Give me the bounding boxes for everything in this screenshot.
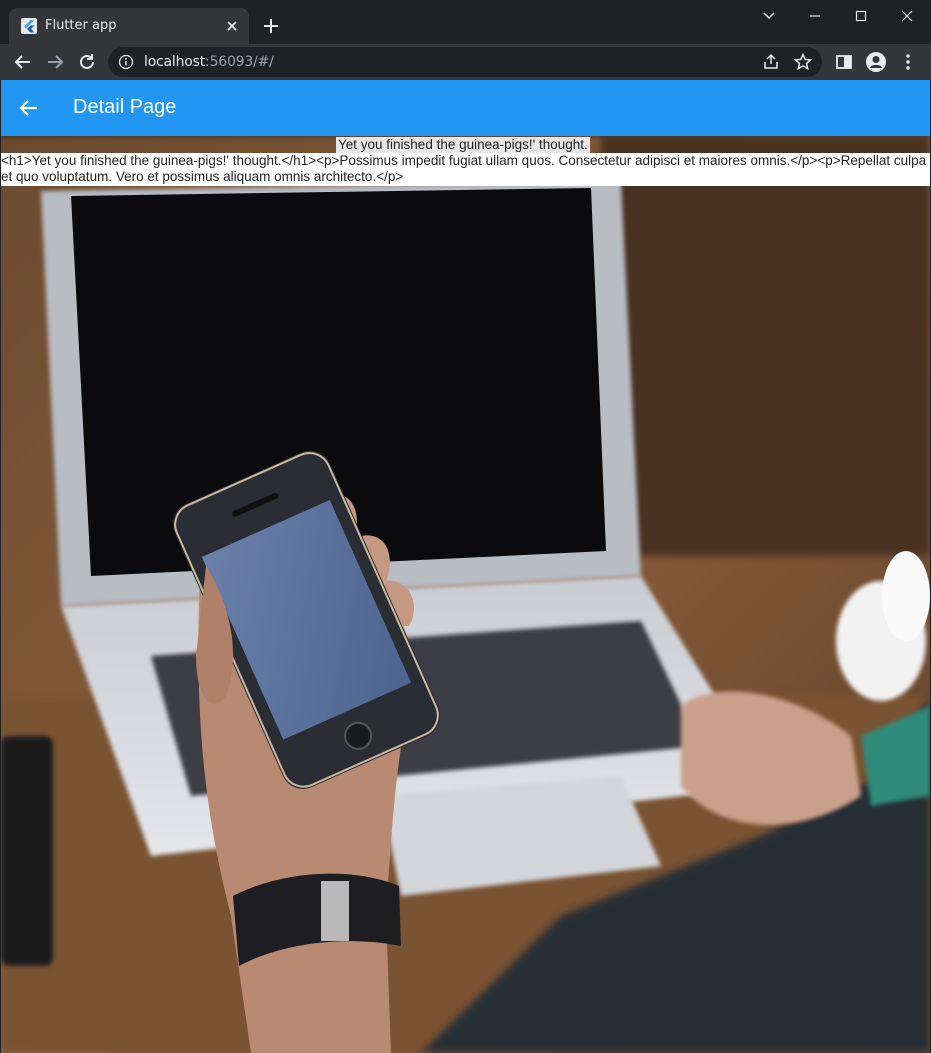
app-bar: Detail Page: [1, 80, 930, 136]
chevron-down-icon[interactable]: [757, 6, 781, 26]
arrow-left-icon[interactable]: [12, 51, 34, 73]
page-title: Detail Page: [73, 96, 177, 118]
info-icon[interactable]: [118, 54, 134, 70]
star-icon[interactable]: [792, 51, 814, 73]
arrow-back-icon[interactable]: [17, 96, 41, 120]
browser-titlebar: Flutter app: [0, 0, 931, 44]
close-icon[interactable]: [223, 17, 241, 35]
browser-toolbar: localhost:56093/#/: [0, 44, 931, 80]
reload-icon[interactable]: [76, 51, 98, 73]
tab-title: Flutter app: [45, 18, 117, 33]
minimize-icon[interactable]: [803, 6, 827, 26]
close-icon[interactable]: [895, 6, 919, 26]
flutter-logo-icon: [21, 18, 37, 34]
browser-tab[interactable]: Flutter app: [9, 8, 249, 44]
more-vert-icon[interactable]: [897, 51, 919, 73]
hero-photo: [1, 136, 930, 1053]
url-path: :56093/#/: [205, 54, 274, 70]
url-host: localhost: [144, 54, 206, 70]
side-panel-icon[interactable]: [833, 51, 855, 73]
maximize-icon[interactable]: [849, 6, 873, 26]
share-icon[interactable]: [760, 51, 782, 73]
content-raw-html: <h1>Yet you finished the guinea-pigs!' t…: [1, 153, 930, 186]
url-text: localhost:56093/#/: [144, 54, 274, 70]
profile-icon[interactable]: [865, 51, 887, 73]
app-viewport: Detail Page Yet you finished the guinea-…: [1, 80, 930, 1053]
content-heading: Yet you finished the guinea-pigs!' thoug…: [336, 137, 590, 153]
plus-icon[interactable]: [261, 16, 281, 36]
address-bar[interactable]: localhost:56093/#/: [108, 47, 822, 77]
arrow-right-icon[interactable]: [44, 51, 66, 73]
